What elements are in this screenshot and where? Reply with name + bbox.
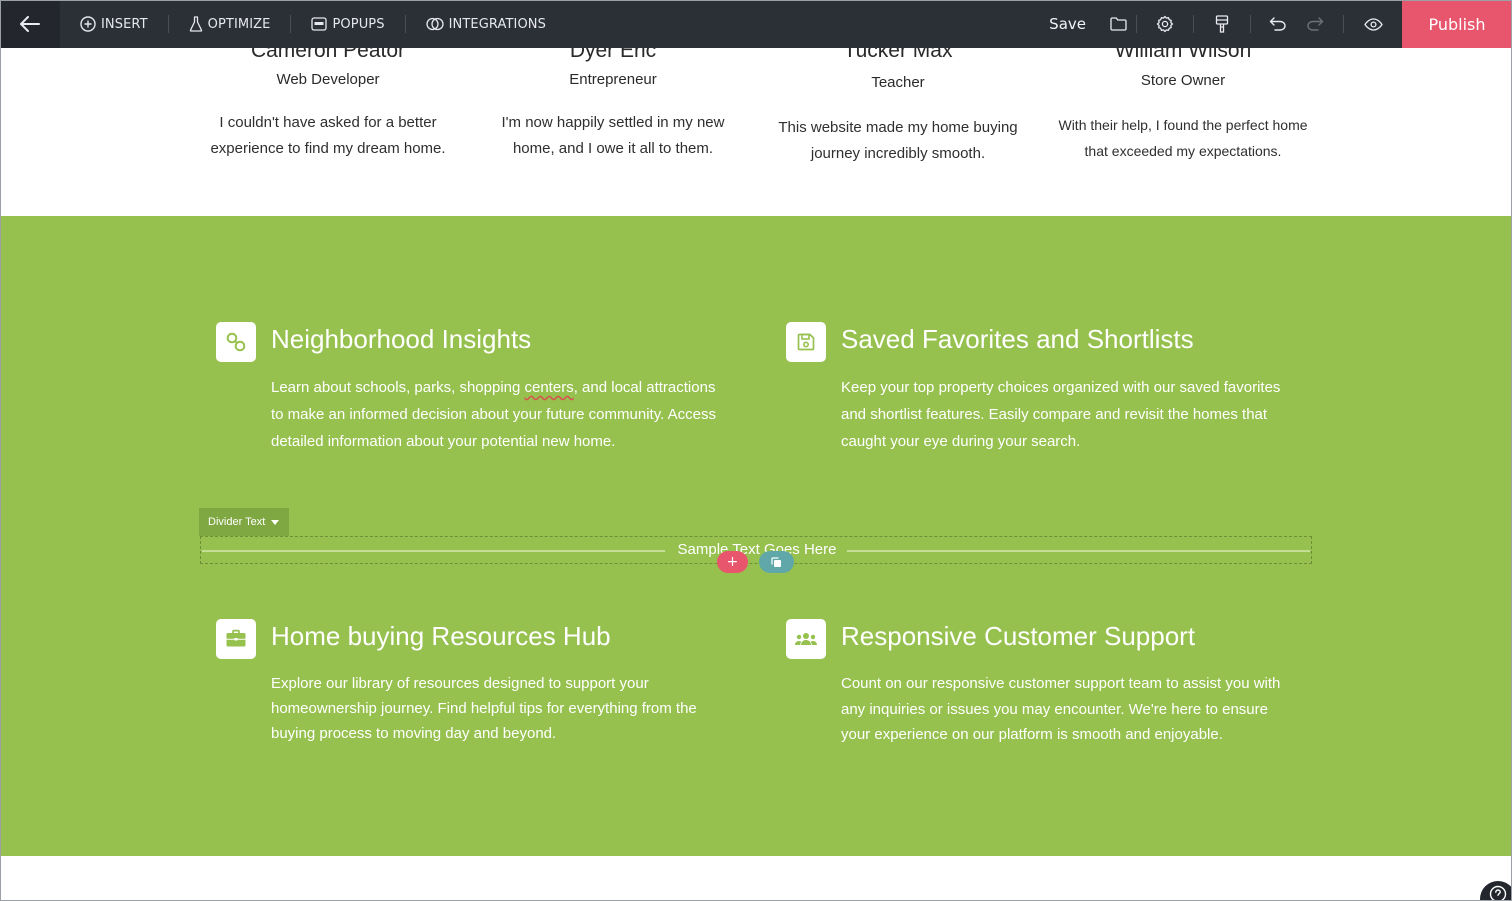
feature-icon-box bbox=[786, 619, 826, 659]
feature-icon-box bbox=[216, 619, 256, 659]
element-type-dropdown[interactable]: Divider Text bbox=[199, 508, 289, 536]
divider-text-element[interactable]: Sample Text Goes Here bbox=[200, 536, 1312, 564]
spellcheck-flagged-word[interactable]: centers bbox=[525, 379, 574, 396]
folder-icon bbox=[1109, 17, 1127, 31]
redo-button[interactable] bbox=[1305, 0, 1325, 48]
add-element-button[interactable]: + bbox=[717, 551, 748, 573]
floppy-disk-icon bbox=[797, 333, 815, 351]
gear-icon bbox=[1156, 15, 1174, 33]
feature-description: Explore our library of resources designe… bbox=[271, 675, 697, 742]
optimize-label: OPTIMIZE bbox=[207, 16, 271, 32]
duplicate-element-button[interactable] bbox=[759, 551, 794, 573]
settings-button[interactable] bbox=[1137, 0, 1193, 48]
open-folder-button[interactable] bbox=[1100, 0, 1136, 48]
testimonial-name: Dyer Eric bbox=[569, 48, 657, 62]
testimonials-section: Cameron Peator Web Developer I couldn't … bbox=[1, 48, 1511, 216]
undo-icon bbox=[1269, 17, 1286, 31]
feature-title: Responsive Customer Support bbox=[841, 621, 1196, 651]
popups-label: POPUPS bbox=[332, 16, 385, 32]
testimonial-name: Tucker Max bbox=[843, 48, 953, 62]
testimonial-card: William Wilson Store Owner With their he… bbox=[1043, 48, 1323, 164]
back-arrow-icon bbox=[20, 16, 40, 32]
paint-brush-icon bbox=[1215, 15, 1229, 33]
feature-title: Saved Favorites and Shortlists bbox=[841, 324, 1194, 354]
integrations-rings-icon bbox=[425, 17, 444, 31]
testimonial-card: Tucker Max Teacher This website made my … bbox=[758, 48, 1038, 167]
divider-label: Sample Text Goes Here bbox=[201, 541, 1313, 558]
testimonial-role: Entrepreneur bbox=[569, 71, 657, 88]
testimonial-card: Cameron Peator Web Developer I couldn't … bbox=[188, 48, 468, 162]
feature-icon-box bbox=[216, 322, 256, 362]
feature-description: Keep your top property choices organized… bbox=[841, 379, 1281, 450]
testimonial-quote: This website made my home buying journey… bbox=[778, 119, 1018, 162]
popup-window-icon bbox=[311, 17, 328, 31]
testimonial-quote: With their help, I found the perfect hom… bbox=[1058, 117, 1308, 159]
testimonial-role: Teacher bbox=[871, 74, 925, 91]
plus-circle-icon bbox=[80, 16, 96, 32]
testimonial-name: Cameron Peator bbox=[250, 48, 406, 62]
divider-label-text: Sample Text Goes Here bbox=[667, 541, 847, 558]
design-button[interactable] bbox=[1194, 0, 1250, 48]
caret-down-icon bbox=[271, 519, 280, 525]
link-icon bbox=[226, 332, 246, 352]
flask-icon bbox=[189, 16, 202, 32]
testimonial-name: William Wilson bbox=[1114, 48, 1252, 62]
save-button[interactable]: Save bbox=[1049, 15, 1100, 33]
redo-icon bbox=[1307, 17, 1324, 31]
feature-icon-box bbox=[786, 322, 826, 362]
optimize-button[interactable]: OPTIMIZE bbox=[169, 0, 291, 48]
testimonial-quote: I couldn't have asked for a better exper… bbox=[210, 114, 446, 157]
feature-description-text: Learn about schools, parks, shopping bbox=[271, 379, 525, 396]
help-circle-icon bbox=[1489, 885, 1507, 901]
feature-title: Neighborhood Insights bbox=[271, 324, 532, 354]
back-button[interactable] bbox=[0, 0, 60, 48]
insert-button[interactable]: INSERT bbox=[60, 0, 168, 48]
feature-title: Home buying Resources Hub bbox=[271, 621, 611, 651]
toolbar-menu: INSERT OPTIMIZE POPUPS INTEGRATIONS bbox=[60, 0, 566, 48]
eye-icon bbox=[1363, 17, 1383, 31]
briefcase-icon bbox=[226, 629, 246, 647]
feature-description: Learn about schools, parks, shopping cen… bbox=[271, 374, 731, 455]
testimonial-card: Dyer Eric Entrepreneur I'm now happily s… bbox=[473, 48, 753, 162]
users-icon bbox=[795, 633, 817, 645]
editor-toolbar: INSERT OPTIMIZE POPUPS INTEGRATIONS Save… bbox=[0, 0, 1512, 48]
help-chat-button[interactable] bbox=[1480, 881, 1512, 901]
element-type-label: Divider Text bbox=[208, 516, 266, 528]
popups-button[interactable]: POPUPS bbox=[291, 0, 404, 48]
feature-description: Count on our responsive customer support… bbox=[841, 675, 1281, 743]
toolbar-actions: Save Publish bbox=[1049, 0, 1512, 48]
insert-label: INSERT bbox=[101, 16, 148, 32]
copy-icon bbox=[771, 556, 781, 567]
integrations-button[interactable]: INTEGRATIONS bbox=[406, 0, 566, 48]
testimonial-quote: I'm now happily settled in my new home, … bbox=[501, 114, 725, 157]
publish-button[interactable]: Publish bbox=[1402, 0, 1512, 48]
testimonial-role: Web Developer bbox=[276, 71, 380, 88]
testimonial-role: Store Owner bbox=[1140, 72, 1226, 89]
preview-button[interactable] bbox=[1344, 0, 1402, 48]
undo-button[interactable] bbox=[1251, 0, 1305, 48]
integrations-label: INTEGRATIONS bbox=[448, 16, 546, 32]
